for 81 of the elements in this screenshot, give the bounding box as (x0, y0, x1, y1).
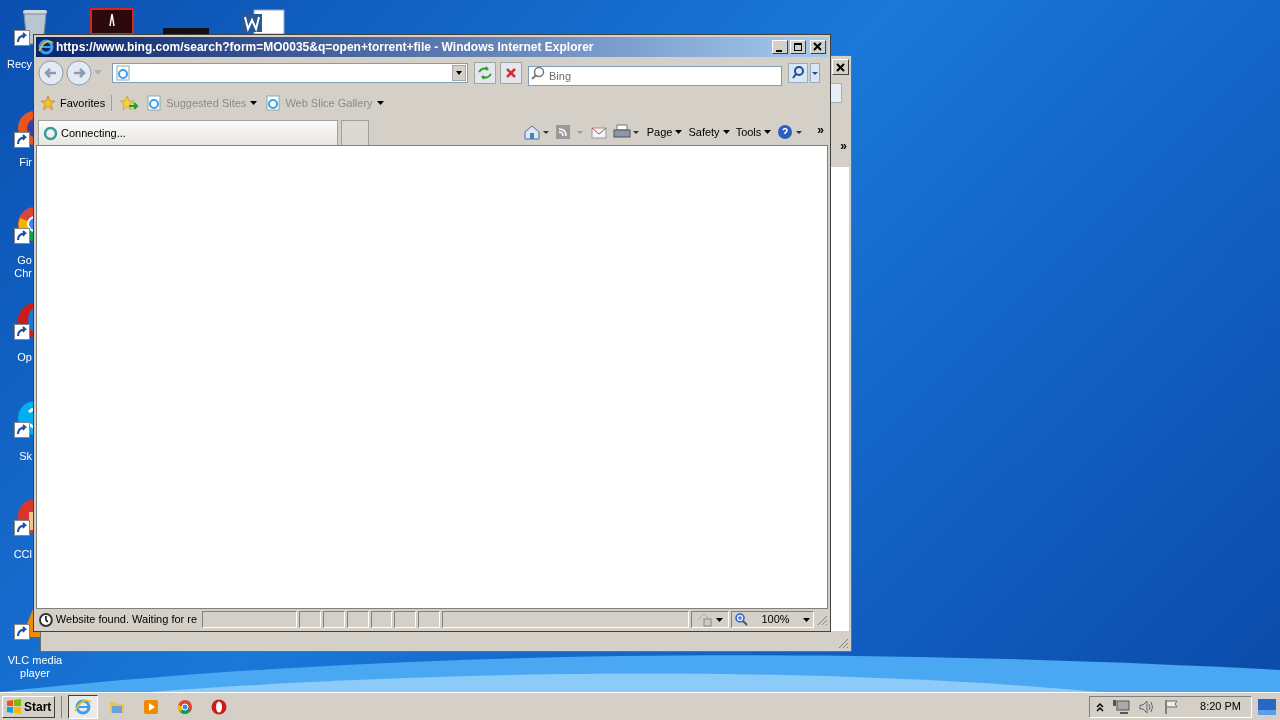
caret-icon (764, 130, 772, 134)
status-text: Website found. Waiting for re (55, 612, 199, 628)
star-icon (40, 95, 56, 111)
show-desktop-button[interactable] (1258, 698, 1276, 715)
more-chevron[interactable]: » (817, 123, 824, 136)
caret-icon (722, 130, 730, 134)
maximize-icon (793, 42, 803, 52)
show-hidden-icons-button[interactable] (1096, 701, 1105, 712)
home-button[interactable] (522, 124, 549, 140)
zoom-button[interactable]: 100% (730, 611, 815, 628)
play-icon (142, 697, 161, 716)
feeds-button[interactable] (554, 124, 585, 140)
favorites-button[interactable]: Favorites (40, 94, 113, 112)
maximize-button[interactable] (790, 40, 806, 54)
word-document-icon (240, 8, 286, 34)
resize-grip-icon (837, 637, 849, 649)
stop-button[interactable] (500, 62, 522, 84)
refresh-button[interactable] (474, 62, 496, 84)
icon-label: player (20, 667, 50, 680)
back-button[interactable] (38, 60, 64, 86)
close-button[interactable] (810, 40, 826, 54)
forward-button[interactable] (66, 60, 92, 86)
search-field[interactable]: Bing (528, 66, 782, 86)
status-panel (394, 611, 417, 628)
ie-logo-icon (38, 39, 54, 55)
close-icon (836, 62, 845, 72)
minimize-button[interactable] (772, 40, 788, 54)
protected-mode-button[interactable] (691, 611, 729, 628)
command-menu[interactable]: Safety (688, 123, 730, 141)
add-favorite-icon[interactable] (120, 95, 139, 111)
status-panel (323, 611, 345, 628)
browser-logo-icon (74, 697, 93, 716)
clock[interactable]: 8:20 PM (1200, 698, 1241, 715)
taskbar-button[interactable] (68, 694, 99, 719)
clock-icon (38, 611, 54, 628)
zoom-icon (734, 613, 748, 626)
search-icon (531, 66, 545, 80)
command-menu[interactable]: Tools (735, 123, 772, 141)
opera-logo-icon (210, 697, 229, 716)
lock-icon (697, 612, 714, 627)
page-icon (146, 95, 163, 111)
status-panel (346, 611, 369, 628)
help-button[interactable] (777, 124, 804, 140)
window-title: https://www.bing.com/search?form=MO0035&q=open+torrent+file - Windows Internet Explorer (56, 39, 595, 56)
search-options-button[interactable] (810, 63, 820, 83)
network-icon[interactable] (1112, 698, 1131, 715)
minimize-icon (776, 49, 782, 52)
icon-label: Fir (19, 156, 32, 169)
icon-label: Recy (6, 58, 32, 71)
loading-spinner-icon (43, 125, 58, 141)
caret-icon (376, 101, 384, 105)
icon-label: Op (17, 351, 32, 364)
status-panel (370, 611, 393, 628)
icon-label: Chr (14, 267, 32, 280)
icon-label: VLC media (7, 654, 63, 667)
caret-icon (716, 617, 724, 622)
flag-icon[interactable] (1164, 698, 1181, 715)
start-button[interactable]: Start (2, 695, 56, 718)
icon-label: CCl (13, 548, 32, 561)
resize-grip-icon (816, 613, 828, 626)
icon-label: Sk (19, 450, 32, 463)
pdf-app-icon (90, 8, 134, 34)
close-button[interactable] (832, 59, 849, 75)
caret-icon (250, 101, 258, 105)
print-button[interactable] (612, 124, 641, 140)
windows-logo-icon (6, 698, 22, 715)
caret-icon (675, 130, 683, 134)
more-chevron[interactable]: » (840, 140, 847, 152)
address-field[interactable] (112, 63, 468, 83)
command-menu[interactable]: Page (646, 123, 683, 141)
mail-button[interactable] (590, 124, 607, 140)
browser-tab[interactable]: Connecting... (38, 120, 338, 145)
page-icon (115, 65, 131, 81)
search-button[interactable] (788, 63, 808, 83)
dropdown-button[interactable] (452, 65, 466, 81)
caret-icon (803, 617, 811, 622)
page-icon (265, 95, 282, 111)
icon-label: Go (17, 254, 32, 267)
close-icon (813, 42, 823, 52)
chrome-logo-icon (176, 697, 195, 716)
dark-app-icon (163, 28, 209, 34)
